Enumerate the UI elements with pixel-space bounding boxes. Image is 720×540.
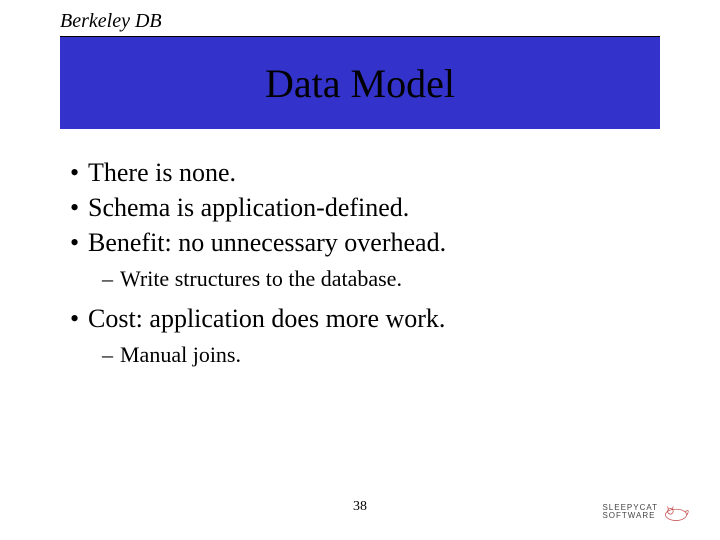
cat-icon <box>662 502 690 522</box>
title-bar: Data Model <box>60 37 660 129</box>
bullet-item: There is none. <box>60 155 660 190</box>
sub-bullet-item: Write structures to the database. <box>60 262 660 295</box>
sub-bullet-item: Manual joins. <box>60 338 660 371</box>
logo-text: SLEEPYCAT SOFTWARE <box>602 504 658 521</box>
sleepycat-logo: SLEEPYCAT SOFTWARE <box>602 502 690 522</box>
bullet-item: Schema is application-defined. <box>60 190 660 225</box>
slide-content: There is none. Schema is application-def… <box>60 155 660 377</box>
bullet-item: Benefit: no unnecessary overhead. <box>60 225 660 260</box>
slide-title: Data Model <box>265 60 455 107</box>
logo-line2: SOFTWARE <box>602 512 658 520</box>
bullet-item: Cost: application does more work. <box>60 301 660 336</box>
header-label: Berkeley DB <box>60 10 162 33</box>
